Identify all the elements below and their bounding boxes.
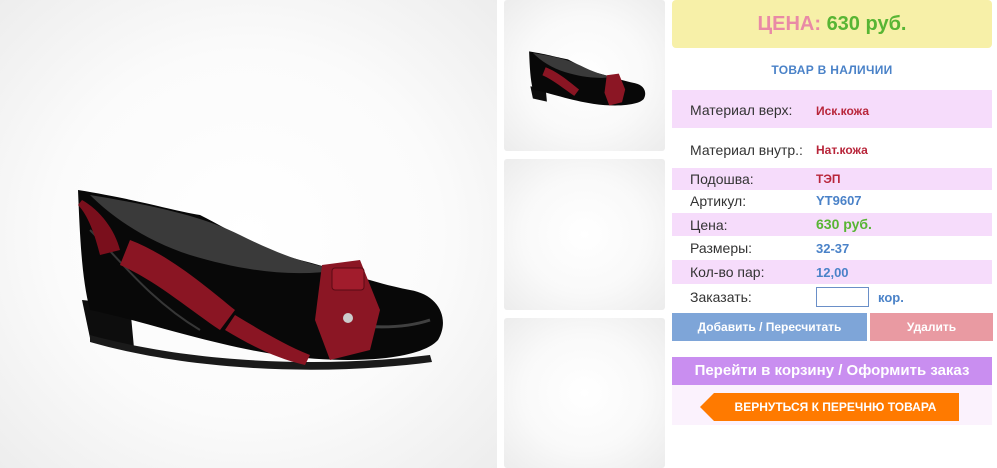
- spec-row-article: Артикул: YT9607: [672, 190, 992, 212]
- spec-label: Материал верх:: [690, 102, 793, 118]
- thumbnail-1[interactable]: [504, 0, 665, 151]
- spec-row-material-upper: Материал верх: Иск.кожа: [672, 90, 992, 128]
- spec-label: Кол-во пар:: [690, 264, 765, 280]
- spec-value: ТЭП: [816, 172, 841, 186]
- spec-label: Цена:: [690, 217, 728, 233]
- spec-row-material-inner: Материал внутр.: Нат.кожа: [672, 130, 992, 168]
- back-to-list-button[interactable]: ВЕРНУТЬСЯ К ПЕРЕЧНЮ ТОВАРА: [700, 393, 959, 421]
- quantity-unit: кор.: [878, 290, 904, 305]
- spec-value: YT9607: [816, 193, 862, 208]
- spec-row-price: Цена: 630 руб.: [672, 213, 992, 236]
- spec-value: 12,00: [816, 265, 849, 280]
- spec-value: 630 руб.: [816, 216, 872, 232]
- quantity-input[interactable]: [816, 287, 869, 307]
- spec-value: Иск.кожа: [816, 104, 869, 118]
- price-header: ЦЕНА: 630 руб.: [672, 0, 992, 48]
- go-to-cart-button[interactable]: Перейти в корзину / Оформить заказ: [672, 357, 992, 385]
- shoe-image: [78, 190, 443, 370]
- shoe-thumbnail-image: [529, 51, 646, 106]
- price-header-label: ЦЕНА:: [757, 13, 822, 35]
- price-header-value: 630 руб.: [826, 13, 907, 35]
- add-recalculate-button[interactable]: Добавить / Пересчитать: [672, 313, 867, 341]
- spec-row-sizes: Размеры: 32-37: [672, 237, 992, 260]
- delete-button[interactable]: Удалить: [870, 313, 993, 341]
- order-label: Заказать:: [690, 289, 752, 305]
- stock-status: ТОВАР В НАЛИЧИИ: [771, 63, 893, 77]
- main-product-photo[interactable]: [0, 0, 497, 468]
- thumbnail-3[interactable]: [504, 318, 665, 468]
- spec-label: Артикул:: [690, 193, 747, 209]
- spec-label: Подошва:: [690, 171, 754, 187]
- spec-row-pairs: Кол-во пар: 12,00: [672, 260, 992, 284]
- spec-row-sole: Подошва: ТЭП: [672, 168, 992, 190]
- thumbnail-2[interactable]: [504, 159, 665, 310]
- spec-label: Размеры:: [690, 240, 753, 256]
- spec-value: 32-37: [816, 241, 850, 256]
- spec-value: Нат.кожа: [816, 143, 868, 157]
- spec-label: Материал внутр.:: [690, 142, 803, 158]
